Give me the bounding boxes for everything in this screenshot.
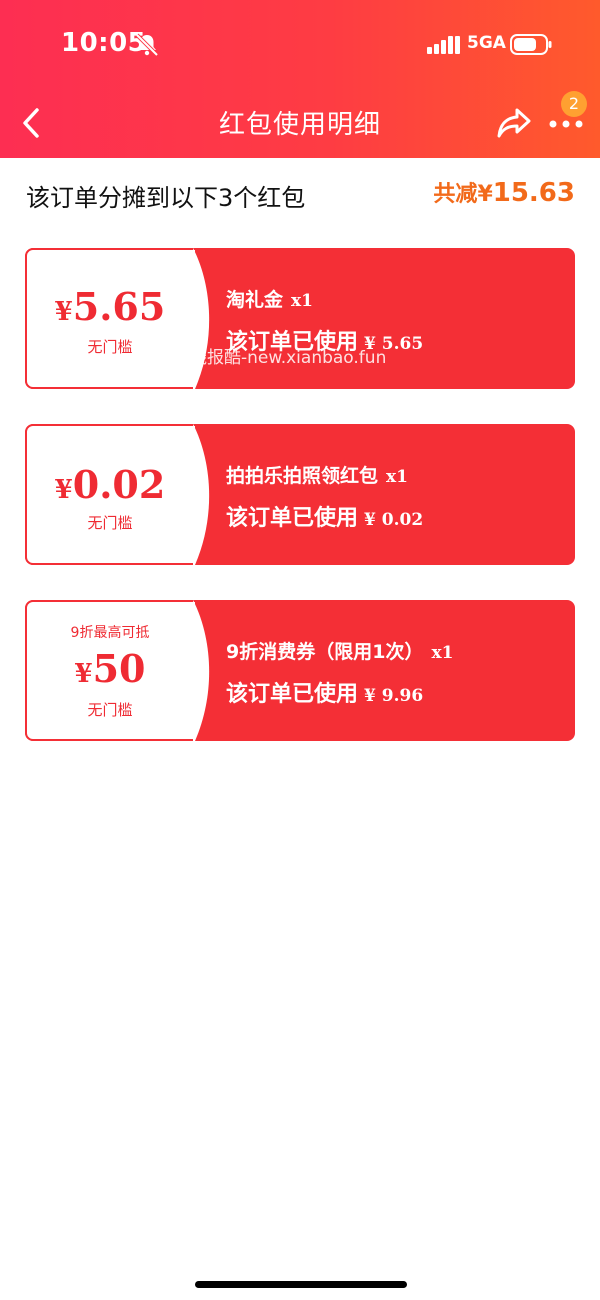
card-used: 该订单已使用 ¥ 0.02 <box>226 500 423 532</box>
notification-badge: 2 <box>561 91 587 117</box>
card-name: 9折消费券（限用1次） x1 <box>226 637 453 664</box>
signal-icon <box>427 36 460 54</box>
home-indicator[interactable] <box>195 1281 407 1288</box>
card-name: 淘礼金 x1 <box>226 285 313 312</box>
more-icon[interactable] <box>548 116 584 132</box>
card-used-label: 该订单已使用 <box>226 506 359 531</box>
card-amount-value: 5.65 <box>72 284 166 329</box>
card-amount-value: 50 <box>92 646 146 691</box>
share-icon[interactable] <box>495 106 533 140</box>
card-divider-curve <box>193 600 210 741</box>
card-qty: x1 <box>291 291 313 311</box>
card-threshold: 无门槛 <box>87 701 133 719</box>
card-name-text: 9折消费券（限用1次） <box>226 641 424 663</box>
network-label: 5GA <box>467 33 506 53</box>
card-currency: ¥ <box>54 297 73 327</box>
summary-text: 该订单分摊到以下3个红包 <box>26 184 306 212</box>
header-bar: 10:05 5GA 红包使用明细 2 <box>0 0 600 158</box>
card-amount: ¥5.65 <box>25 284 195 329</box>
battery-icon <box>510 34 552 55</box>
card-name-text: 拍拍乐拍照领红包 <box>226 465 379 487</box>
card-amount: ¥50 <box>25 646 195 691</box>
total-value: 15.63 <box>492 178 575 208</box>
card-threshold: 无门槛 <box>87 338 133 356</box>
card-amount-value: 0.02 <box>72 462 166 507</box>
card-used-amount: ¥ 0.02 <box>364 510 424 530</box>
card-currency: ¥ <box>74 659 93 689</box>
card-name: 拍拍乐拍照领红包 x1 <box>226 461 408 488</box>
card-amount: ¥0.02 <box>25 462 195 507</box>
card-used-amount: ¥ 9.96 <box>364 686 424 706</box>
red-packet-card[interactable]: 9折最高可抵 ¥50 无门槛 9折消费券（限用1次） x1 该订单已使用 ¥ 9.9… <box>25 600 575 741</box>
card-discount-cap: 9折最高可抵 <box>70 625 150 641</box>
red-packet-card[interactable]: ¥0.02 无门槛 拍拍乐拍照领红包 x1 该订单已使用 ¥ 0.02 <box>25 424 575 565</box>
card-name-text: 淘礼金 <box>226 289 284 311</box>
card-currency: ¥ <box>54 475 73 505</box>
card-threshold: 无门槛 <box>87 514 133 532</box>
total-reduction: 共减¥15.63 <box>433 176 575 208</box>
total-label: 共减 <box>433 182 478 207</box>
card-qty: x1 <box>431 643 454 663</box>
total-currency: ¥ <box>477 182 493 207</box>
card-used-label: 该订单已使用 <box>226 682 359 707</box>
bell-muted-icon <box>135 33 159 57</box>
card-used: 该订单已使用 ¥ 9.96 <box>226 676 423 708</box>
card-qty: x1 <box>386 467 408 487</box>
watermark-text: 线报酷-new.xianbao.fun <box>190 348 387 368</box>
card-divider-curve <box>193 424 210 565</box>
